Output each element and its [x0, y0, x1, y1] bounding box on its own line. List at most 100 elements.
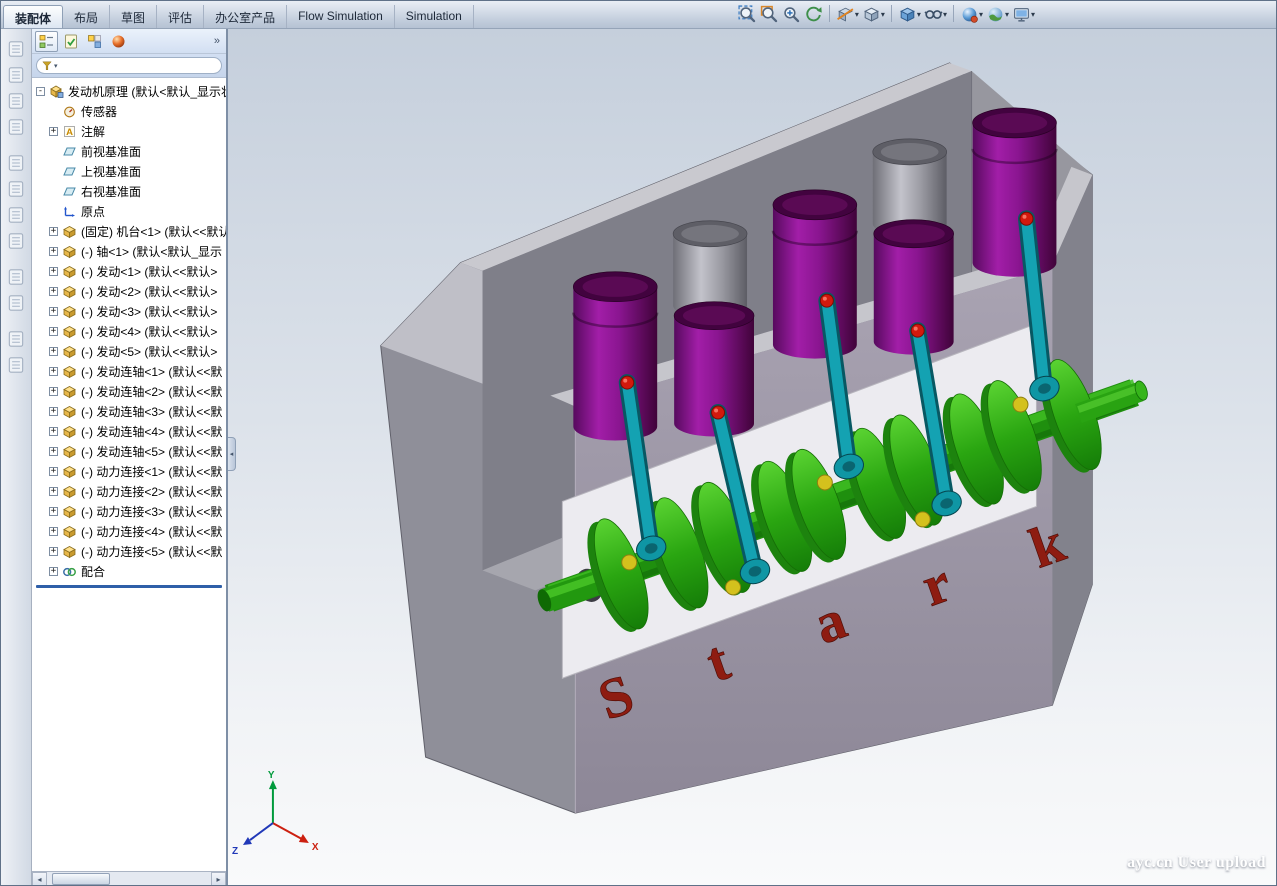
command-tab-7[interactable]: Simulation — [395, 5, 474, 28]
tree-item-1[interactable]: -发动机原理 (默认<默认_显示状 — [32, 81, 226, 101]
expand-toggle[interactable]: + — [49, 227, 58, 236]
expand-toggle[interactable]: + — [49, 407, 58, 416]
tree-item-11[interactable]: +(-) 发动<2> (默认<<默认> — [32, 281, 226, 301]
panel-scrollbar[interactable]: ◂ ▸ — [32, 871, 226, 886]
side-tool-2-button[interactable] — [4, 64, 28, 88]
section-view-button[interactable]: ▾ — [835, 3, 860, 25]
tree-item-14[interactable]: +(-) 发动<5> (默认<<默认> — [32, 341, 226, 361]
expand-toggle[interactable]: + — [49, 507, 58, 516]
edit-appearance-button[interactable]: ▾ — [959, 3, 984, 25]
expand-toggle[interactable]: + — [49, 547, 58, 556]
expand-toggle[interactable]: + — [49, 347, 58, 356]
side-tool-6-button[interactable] — [4, 178, 28, 202]
expand-toggle[interactable]: + — [49, 247, 58, 256]
tree-item-10[interactable]: +(-) 发动<1> (默认<<默认> — [32, 261, 226, 281]
view-orientation-button[interactable]: ▾ — [861, 3, 886, 25]
expand-toggle[interactable]: + — [49, 567, 58, 576]
side-tool-7-button[interactable] — [4, 204, 28, 228]
apply-scene-button[interactable]: ▾ — [985, 3, 1010, 25]
tree-item-5[interactable]: 上视基准面 — [32, 161, 226, 181]
featuremanager-tab[interactable] — [35, 31, 58, 52]
side-tool-8-button[interactable] — [4, 230, 28, 254]
expand-toggle[interactable]: + — [49, 487, 58, 496]
tree-item-7[interactable]: 原点 — [32, 201, 226, 221]
tree-item-3[interactable]: +A注解 — [32, 121, 226, 141]
tree-item-8[interactable]: +(固定) 机台<1> (默认<<默认 — [32, 221, 226, 241]
tree-item-20[interactable]: +(-) 动力连接<1> (默认<<默 — [32, 461, 226, 481]
tree-item-9[interactable]: +(-) 轴<1> (默认<默认_显示 — [32, 241, 226, 261]
chevron-down-icon[interactable]: ▾ — [855, 10, 859, 19]
chevron-down-icon[interactable]: ▾ — [943, 10, 947, 19]
tree-item-2[interactable]: 传感器 — [32, 101, 226, 121]
side-tool-11-button[interactable] — [4, 328, 28, 352]
tree-item-13[interactable]: +(-) 发动<4> (默认<<默认> — [32, 321, 226, 341]
expand-toggle[interactable]: + — [49, 127, 58, 136]
filter-dropdown-icon[interactable]: ▾ — [54, 62, 58, 70]
filter-box[interactable]: ▾ — [36, 57, 222, 74]
expand-toggle[interactable]: + — [49, 387, 58, 396]
rollback-bar[interactable] — [36, 585, 222, 588]
expand-toggle[interactable]: + — [49, 427, 58, 436]
panel-overflow-chevron[interactable]: » — [214, 35, 223, 47]
side-tool-9-button[interactable] — [4, 266, 28, 290]
tree-item-23[interactable]: +(-) 动力连接<4> (默认<<默 — [32, 521, 226, 541]
side-tool-4-button[interactable] — [4, 116, 28, 140]
tree-item-24[interactable]: +(-) 动力连接<5> (默认<<默 — [32, 541, 226, 561]
side-tool-3-button[interactable] — [4, 90, 28, 114]
tree-item-19[interactable]: +(-) 发动连轴<5> (默认<<默 — [32, 441, 226, 461]
chevron-down-icon[interactable]: ▾ — [881, 10, 885, 19]
chevron-down-icon[interactable]: ▾ — [979, 10, 983, 19]
zoom-to-area-button[interactable] — [759, 3, 780, 25]
side-tool-1-button[interactable] — [4, 38, 28, 62]
expand-toggle[interactable]: - — [36, 87, 45, 96]
command-tab-6[interactable]: Flow Simulation — [287, 5, 395, 28]
side-tool-5-button[interactable] — [4, 152, 28, 176]
chevron-down-icon[interactable]: ▾ — [1031, 10, 1035, 19]
command-tab-1[interactable]: 装配体 — [3, 5, 63, 28]
view-settings-button[interactable]: ▾ — [1011, 3, 1036, 25]
scrollbar-thumb[interactable] — [52, 873, 110, 885]
command-tab-bar: 装配体布局草图评估办公室产品Flow SimulationSimulation … — [1, 1, 1276, 29]
tree-item-15[interactable]: +(-) 发动连轴<1> (默认<<默 — [32, 361, 226, 381]
scroll-left-button[interactable]: ◂ — [32, 872, 47, 886]
model-view[interactable]: StarkYXZ — [228, 29, 1276, 886]
command-tab-2[interactable]: 布局 — [63, 5, 110, 28]
expand-toggle[interactable]: + — [49, 527, 58, 536]
command-tab-3[interactable]: 草图 — [110, 5, 157, 28]
tree-item-22[interactable]: +(-) 动力连接<3> (默认<<默 — [32, 501, 226, 521]
panel-splitter-handle[interactable]: ◂ — [228, 437, 236, 471]
tree-item-25[interactable]: +配合 — [32, 561, 226, 581]
tree-item-18[interactable]: +(-) 发动连轴<4> (默认<<默 — [32, 421, 226, 441]
expand-toggle[interactable]: + — [49, 447, 58, 456]
scroll-right-button[interactable]: ▸ — [211, 872, 226, 886]
command-tab-4[interactable]: 评估 — [157, 5, 204, 28]
tree-item-6[interactable]: 右视基准面 — [32, 181, 226, 201]
tree-item-16[interactable]: +(-) 发动连轴<2> (默认<<默 — [32, 381, 226, 401]
chevron-down-icon[interactable]: ▾ — [917, 10, 921, 19]
zoom-in-out-button[interactable] — [781, 3, 802, 25]
side-tool-10-button[interactable] — [4, 292, 28, 316]
expand-toggle[interactable]: + — [49, 287, 58, 296]
expand-toggle[interactable]: + — [49, 307, 58, 316]
command-tab-5[interactable]: 办公室产品 — [204, 5, 287, 28]
tree-item-4[interactable]: 前视基准面 — [32, 141, 226, 161]
expand-toggle[interactable]: + — [49, 467, 58, 476]
propertymanager-tab[interactable] — [59, 31, 82, 52]
hide-show-items-button[interactable]: ▾ — [923, 3, 948, 25]
tree-item-12[interactable]: +(-) 发动<3> (默认<<默认> — [32, 301, 226, 321]
expand-toggle[interactable]: + — [49, 267, 58, 276]
display-style-button[interactable]: ▾ — [897, 3, 922, 25]
side-tool-12-button[interactable] — [4, 354, 28, 378]
configurationmanager-tab[interactable] — [83, 31, 106, 52]
graphics-area[interactable]: StarkYXZ ayc.cn User upload ◂ — [228, 29, 1276, 886]
chevron-down-icon[interactable]: ▾ — [1005, 10, 1009, 19]
expand-toggle[interactable]: + — [49, 327, 58, 336]
tree-item-17[interactable]: +(-) 发动连轴<3> (默认<<默 — [32, 401, 226, 421]
scrollbar-track[interactable] — [47, 872, 211, 886]
zoom-to-fit-button[interactable] — [737, 3, 758, 25]
previous-view-button[interactable] — [803, 3, 824, 25]
filter-input[interactable] — [60, 59, 216, 72]
tree-item-21[interactable]: +(-) 动力连接<2> (默认<<默 — [32, 481, 226, 501]
expand-toggle[interactable]: + — [49, 367, 58, 376]
displaymanager-tab[interactable] — [107, 31, 130, 52]
